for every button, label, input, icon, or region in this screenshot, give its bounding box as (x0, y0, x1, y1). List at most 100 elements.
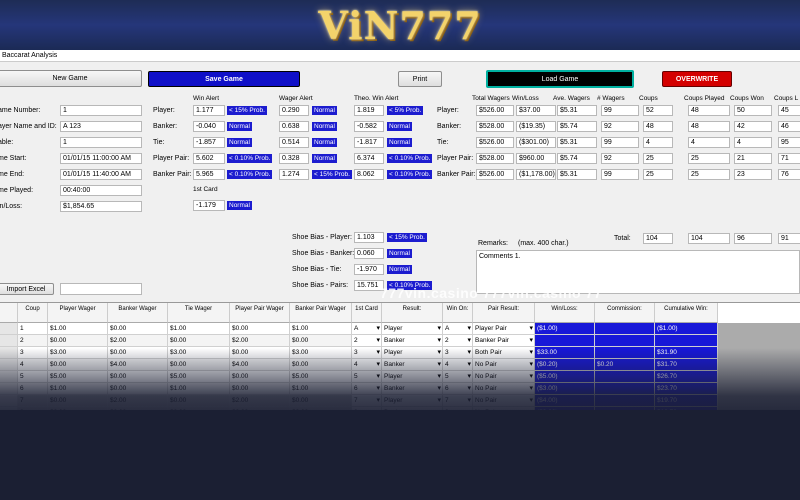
summary-cell[interactable]: $526.00 (476, 105, 514, 116)
summary-cell[interactable]: $5.31 (557, 169, 597, 180)
print-button[interactable]: Print (398, 71, 442, 87)
summary-cell[interactable]: $528.00 (476, 121, 514, 132)
summary-cell[interactable]: 95 (778, 137, 800, 148)
grid-cell[interactable]: $0.00 (168, 335, 230, 347)
summary-cell[interactable]: 4 (643, 137, 673, 148)
grid-cell[interactable]: $2.00 (230, 335, 290, 347)
grid-cell[interactable]: $1.00 (168, 323, 230, 335)
win-alert-value[interactable]: -1.857 (193, 137, 225, 148)
grid-cell[interactable]: A (352, 323, 382, 335)
summary-cell[interactable]: 50 (734, 105, 772, 116)
grid-cell[interactable]: 2 (443, 335, 473, 347)
import-excel-button[interactable]: Import Excel (0, 283, 54, 295)
grid-cell[interactable] (595, 335, 655, 347)
summary-cell[interactable]: 71 (778, 153, 800, 164)
win-alert-value[interactable]: 1.177 (193, 105, 225, 116)
grid-cell[interactable]: 2 (18, 335, 48, 347)
summary-cell[interactable]: $5.74 (557, 153, 597, 164)
theo-alert-value[interactable]: 6.374 (354, 153, 384, 164)
summary-cell[interactable]: $960.00 (516, 153, 556, 164)
summary-cell[interactable]: $5.74 (557, 121, 597, 132)
game-field-input[interactable]: 1 (60, 137, 142, 148)
grid-cell[interactable]: $1.00 (290, 323, 352, 335)
summary-total-cell[interactable]: 96 (734, 233, 772, 244)
shoe-bias-value[interactable]: -1.970 (354, 264, 384, 275)
grid-cell[interactable]: $0.00 (290, 335, 352, 347)
summary-cell[interactable]: 92 (601, 153, 639, 164)
grid-cell[interactable]: $0.00 (108, 323, 168, 335)
summary-cell[interactable]: 99 (601, 169, 639, 180)
summary-cell[interactable]: ($19.35) (516, 121, 556, 132)
win-alert-value[interactable]: 5.602 (193, 153, 225, 164)
game-field-input[interactable]: 01/01/15 11:00:00 AM (60, 153, 142, 164)
grid-cell[interactable] (655, 335, 718, 347)
summary-cell[interactable]: 48 (688, 121, 730, 132)
game-field-input[interactable]: 01/01/15 11:40:00 AM (60, 169, 142, 180)
summary-cell[interactable]: 52 (643, 105, 673, 116)
wager-alert-value[interactable]: 0.290 (279, 105, 309, 116)
grid-cell[interactable]: ($1.00) (655, 323, 718, 335)
grid-cell[interactable]: Player Pair (473, 323, 535, 335)
summary-cell[interactable]: 92 (601, 121, 639, 132)
theo-alert-value[interactable]: -1.817 (354, 137, 384, 148)
game-field-input[interactable]: $1,854.65 (60, 201, 142, 212)
grid-cell[interactable]: $2.00 (108, 335, 168, 347)
overwrite-button[interactable]: OVERWRITE (662, 71, 732, 87)
summary-cell[interactable]: 25 (643, 153, 673, 164)
grid-cell[interactable]: $0.00 (230, 323, 290, 335)
shoe-bias-value[interactable]: 1.103 (354, 232, 384, 243)
summary-cell[interactable]: $526.00 (476, 169, 514, 180)
summary-cell[interactable]: ($301.00) (516, 137, 556, 148)
wager-alert-value[interactable]: 0.328 (279, 153, 309, 164)
game-field-input[interactable]: 1 (60, 105, 142, 116)
summary-cell[interactable]: 99 (601, 137, 639, 148)
summary-total-cell[interactable]: 104 (688, 233, 730, 244)
summary-cell[interactable]: 23 (734, 169, 772, 180)
wager-alert-value[interactable]: 1.274 (279, 169, 309, 180)
summary-cell[interactable]: 25 (688, 153, 730, 164)
grid-cell[interactable]: 2 (352, 335, 382, 347)
summary-cell[interactable]: $528.00 (476, 153, 514, 164)
grid-cell[interactable]: 1 (18, 323, 48, 335)
summary-cell[interactable]: 25 (643, 169, 673, 180)
wager-alert-value[interactable]: 0.638 (279, 121, 309, 132)
summary-cell[interactable]: 4 (688, 137, 730, 148)
summary-cell[interactable]: 45 (778, 105, 800, 116)
summary-cell[interactable]: 48 (643, 121, 673, 132)
summary-cell[interactable]: $37.00 (516, 105, 556, 116)
win-alert-value[interactable]: 5.965 (193, 169, 225, 180)
summary-cell[interactable]: 4 (734, 137, 772, 148)
new-game-button[interactable]: New Game (0, 70, 142, 87)
grid-cell[interactable]: $1.00 (48, 323, 108, 335)
load-game-button[interactable]: Load Game (486, 70, 634, 88)
summary-cell[interactable]: 21 (734, 153, 772, 164)
game-field-input[interactable]: A 123 (60, 121, 142, 132)
grid-cell[interactable] (535, 335, 595, 347)
summary-cell[interactable]: $5.31 (557, 137, 597, 148)
theo-alert-value[interactable]: -0.582 (354, 121, 384, 132)
import-path-input[interactable] (60, 283, 142, 295)
first-card-value[interactable]: -1.179 (193, 200, 225, 211)
summary-cell[interactable]: $5.31 (557, 105, 597, 116)
row-header[interactable] (0, 335, 18, 347)
summary-cell[interactable]: ($1,178.00) (516, 169, 556, 180)
save-game-button[interactable]: Save Game (148, 71, 300, 87)
summary-cell[interactable]: 99 (601, 105, 639, 116)
grid-cell[interactable]: Banker (382, 335, 443, 347)
grid-cell[interactable]: $0.00 (48, 335, 108, 347)
summary-cell[interactable]: $526.00 (476, 137, 514, 148)
summary-cell[interactable]: 46 (778, 121, 800, 132)
summary-cell[interactable]: 42 (734, 121, 772, 132)
win-alert-value[interactable]: -0.040 (193, 121, 225, 132)
theo-alert-value[interactable]: 8.062 (354, 169, 384, 180)
summary-cell[interactable]: 76 (778, 169, 800, 180)
shoe-bias-value[interactable]: 0.060 (354, 248, 384, 259)
grid-cell[interactable] (595, 323, 655, 335)
summary-total-cell[interactable]: 91 (778, 233, 800, 244)
grid-cell[interactable]: ($1.00) (535, 323, 595, 335)
wager-alert-value[interactable]: 0.514 (279, 137, 309, 148)
row-header[interactable] (0, 323, 18, 335)
grid-cell[interactable]: Banker Pair (473, 335, 535, 347)
grid-cell[interactable]: Player (382, 323, 443, 335)
summary-cell[interactable]: 48 (688, 105, 730, 116)
